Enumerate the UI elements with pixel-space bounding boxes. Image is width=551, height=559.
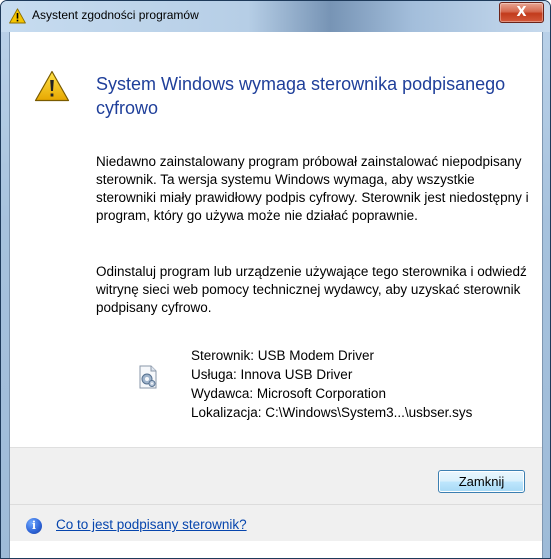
dialog-client-area: System Windows wymaga sterownika podpisa… xyxy=(9,32,543,558)
close-button[interactable]: Zamknij xyxy=(438,470,525,493)
warning-icon xyxy=(9,8,26,24)
info-icon: i xyxy=(26,518,42,534)
warning-icon xyxy=(34,70,70,102)
description-paragraph: Niedawno zainstalowany program próbował … xyxy=(96,154,529,223)
close-window-button[interactable]: X xyxy=(499,2,544,23)
close-icon: X xyxy=(516,5,527,20)
instruction-paragraph: Odinstaluj program lub urządzenie używaj… xyxy=(96,264,527,315)
dialog-heading: System Windows wymaga sterownika podpisa… xyxy=(96,74,506,118)
compatibility-dialog-window: Asystent zgodności programów X System Wi… xyxy=(0,0,551,559)
button-bar: Zamknij i Co to jest podpisany sterownik… xyxy=(10,447,542,541)
driver-details: Sterownik: USB Modem Driver Usługa: Inno… xyxy=(191,346,472,422)
driver-name: Sterownik: USB Modem Driver xyxy=(191,348,375,363)
driver-settings-icon xyxy=(139,365,157,389)
main-content: System Windows wymaga sterownika podpisa… xyxy=(10,32,542,447)
footer-divider xyxy=(10,504,542,505)
driver-location: Lokalizacja: C:\Windows\System3...\usbse… xyxy=(191,405,473,420)
publisher-name: Wydawca: Microsoft Corporation xyxy=(191,386,386,401)
service-name: Usługa: Innova USB Driver xyxy=(191,367,353,382)
title-bar[interactable]: Asystent zgodności programów X xyxy=(1,1,550,32)
window-title: Asystent zgodności programów xyxy=(32,8,199,22)
signed-driver-help-link[interactable]: Co to jest podpisany sterownik? xyxy=(56,517,247,532)
